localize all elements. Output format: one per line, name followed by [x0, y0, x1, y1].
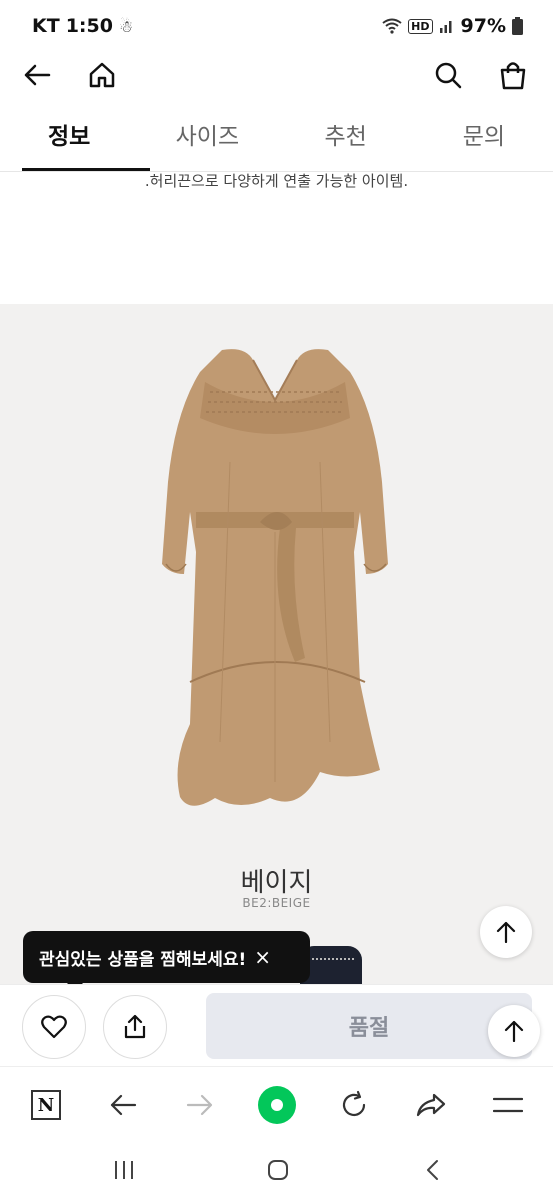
back-button[interactable]	[14, 52, 60, 98]
browser-toolbar: N	[0, 1066, 553, 1140]
home-nav-icon	[268, 1160, 288, 1180]
arrow-right-icon	[186, 1094, 213, 1116]
naver-n-icon: N	[31, 1090, 61, 1120]
status-bar: KT 1:50 ☃ HD 97%	[0, 0, 553, 52]
carrier: KT	[32, 15, 60, 37]
arrow-up-icon	[496, 921, 516, 943]
tab-inquiry[interactable]: 문의	[415, 108, 553, 171]
clock: 1:50	[65, 15, 113, 37]
refresh-button[interactable]	[332, 1083, 376, 1127]
browser-share-button[interactable]	[409, 1083, 453, 1127]
signal-icon	[439, 21, 452, 33]
browser-menu-button[interactable]	[486, 1083, 530, 1127]
product-image-section: 베이지 BE2:BEIGE	[0, 304, 553, 984]
back-nav-icon	[427, 1160, 438, 1180]
tab-recommend[interactable]: 추천	[277, 108, 415, 171]
back-nav-button[interactable]	[410, 1150, 454, 1190]
forward-share-icon	[416, 1093, 446, 1117]
scroll-top-button[interactable]	[480, 906, 532, 958]
heart-icon	[41, 1015, 67, 1039]
tab-info[interactable]: 정보	[0, 108, 151, 171]
color-name: 베이지	[240, 868, 313, 898]
battery-icon	[512, 17, 523, 35]
refresh-icon	[342, 1090, 366, 1117]
tab-size[interactable]: 사이즈	[138, 108, 276, 171]
search-icon	[435, 62, 462, 89]
share-icon	[124, 1014, 146, 1039]
product-description: .허리끈으로 다양하게 연출 가능한 아이템.	[144, 172, 409, 190]
share-button[interactable]	[103, 995, 167, 1059]
recent-apps-icon	[115, 1161, 133, 1179]
browser-forward-button[interactable]	[178, 1083, 222, 1127]
dress-image	[162, 349, 388, 806]
tooltip-text: 관심있는 상품을 찜해보세요!	[39, 949, 247, 970]
arrow-left-icon	[110, 1094, 137, 1116]
product-tabs: 정보 사이즈 추천 문의	[0, 108, 553, 172]
soldout-button[interactable]: 품절	[206, 993, 532, 1059]
hd-badge: HD	[408, 18, 433, 34]
tooltip-close-button[interactable]: ×	[254, 945, 271, 969]
home-icon	[89, 62, 115, 88]
menu-icon	[493, 1097, 523, 1113]
browser-back-button[interactable]	[101, 1083, 145, 1127]
search-button[interactable]	[425, 52, 471, 98]
home-nav-button[interactable]	[256, 1150, 300, 1190]
recent-apps-button[interactable]	[102, 1150, 146, 1190]
arrow-up-icon	[504, 1020, 524, 1042]
battery-percent: 97%	[460, 15, 506, 37]
top-bar	[0, 52, 553, 98]
wishlist-tooltip: 관심있는 상품을 찜해보세요! ×	[23, 931, 310, 991]
system-nav-bar	[0, 1140, 553, 1200]
home-button[interactable]	[79, 52, 125, 98]
naver-button[interactable]: N	[24, 1083, 68, 1127]
arrow-left-icon	[24, 64, 51, 86]
notification-icon: ☃	[118, 16, 134, 36]
wish-button[interactable]	[22, 995, 86, 1059]
cart-button[interactable]	[490, 52, 536, 98]
green-dot-button[interactable]	[255, 1083, 299, 1127]
action-bar: 품절	[0, 984, 553, 1066]
green-dot-icon	[258, 1086, 296, 1124]
shopping-bag-icon	[500, 62, 526, 90]
scroll-top-button-2[interactable]	[488, 1005, 540, 1057]
wifi-icon	[382, 18, 402, 34]
color-code: BE2:BEIGE	[242, 896, 311, 910]
